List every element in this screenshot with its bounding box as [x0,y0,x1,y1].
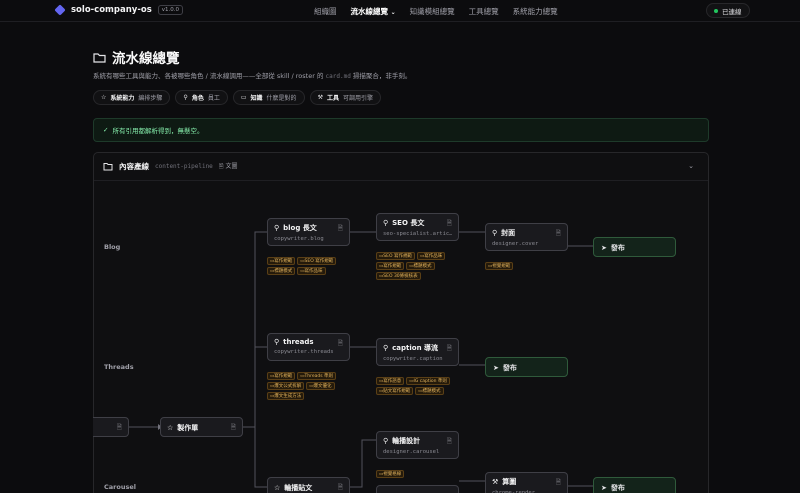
node-publish-threads[interactable]: ➤ 發布 [485,357,568,377]
lane-label-carousel: Carousel [104,483,136,491]
document-icon: 🗎 [337,224,343,232]
node-seo[interactable]: ⚲ SEO 長文 seo-specialist.artic… 🗎 [376,213,459,241]
knowledge-tag[interactable]: ▭ 爆文優化 [306,382,335,390]
node-threads[interactable]: ⚲ threads copywriter.threads 🗎 [267,333,350,361]
knowledge-tag[interactable]: ▭ 寫作品味 [416,252,446,260]
knowledge-tag[interactable]: ▭ 寫作品味 [297,267,326,275]
tags-seo: ▭ SEO 寫作規範 ▭ 寫作品味 ▭ 寫作規範 ▭ 標題模式 ▭ SEO 30… [376,252,460,280]
knowledge-tag[interactable]: ▭ SEO 寫作規範 [376,252,415,260]
lane-label-threads: Threads [104,363,134,371]
tags-threads: ▭ 寫作規範 ▭ Threads 準則 ▭ 爆文公式拆解 ▭ 爆文優化 ▭ 爆文… [267,372,351,400]
knowledge-tag[interactable]: ▭ 寫作規範 [376,262,405,270]
person-icon: ⚲ [383,437,389,445]
knowledge-tag[interactable]: ▭ Threads 準則 [297,372,337,380]
knowledge-tag[interactable]: ▭ 寫作規範 [267,257,296,265]
knowledge-tag[interactable]: ▭ 寫作規範 [267,372,296,380]
node-carousel-next[interactable] [376,485,459,493]
knowledge-tag[interactable]: ▭ IG caption 準則 [406,377,450,385]
send-icon: ➤ [601,484,607,492]
knowledge-tag[interactable]: ▭ SEO 30條檢核表 [376,272,421,280]
node-publish-carousel[interactable]: ➤ 發布 [593,477,676,493]
knowledge-tag[interactable]: ▭ SEO 寫作規範 [297,257,337,265]
person-icon: ⚲ [492,229,498,237]
wrench-icon: ⚒ [492,478,499,486]
knowledge-tag[interactable]: ▭ 視覺格線 [376,470,405,478]
node-cover[interactable]: ⚲ 封面 designer.cover 🗎 [485,223,568,251]
node-carousel-post[interactable]: ☆ 輪播貼文 🗎 [267,477,350,493]
knowledge-tag[interactable]: ▭ 寫作語意 [376,377,405,385]
document-icon: 🗎 [555,229,561,237]
send-icon: ➤ [601,244,607,252]
star-icon: ☆ [274,484,281,492]
document-icon: 🗎 [116,423,122,431]
send-icon: ➤ [493,364,499,372]
lane-label-blog: Blog [104,243,121,251]
node-render[interactable]: ⚒ 算圖 chrome-render 🗎 [485,472,568,493]
knowledge-tag[interactable]: ▭ 標題模式 [415,387,444,395]
node-order[interactable]: ☆ 製作單 🗎 [160,417,243,437]
knowledge-tag[interactable]: ▭ 爆文生成方法 [267,392,305,400]
knowledge-tag[interactable]: ▭ 爆文公式拆解 [267,382,305,390]
document-icon: 🗎 [446,437,452,445]
knowledge-tag[interactable]: ▭ 標題模式 [406,262,435,270]
node-caption[interactable]: ⚲ caption 導流 copywriter.caption 🗎 [376,338,459,366]
node-blog[interactable]: ⚲ blog 長文 copywriter.blog 🗎 [267,218,350,246]
tags-carousel-design: ▭ 視覺格線 [376,470,460,478]
document-icon: 🗎 [230,423,236,431]
person-icon: ⚲ [274,338,280,346]
person-icon: ⚲ [383,219,389,227]
tags-blog: ▭ 寫作規範 ▭ SEO 寫作規範 ▭ 標題模式 ▭ 寫作品味 [267,257,351,275]
document-icon: 🗎 [555,478,561,486]
node-carousel-design[interactable]: ⚲ 輪播設計 designer.carousel 🗎 [376,431,459,459]
node-publish-blog[interactable]: ➤ 發布 [593,237,676,257]
knowledge-tag[interactable]: ▭ 標題模式 [267,267,296,275]
tags-caption: ▭ 寫作語意 ▭ IG caption 準則 ▭ 貼文寫作規範 ▭ 標題模式 [376,377,460,395]
tags-cover: ▭ 視覺規範 [485,262,569,270]
document-icon: 🗎 [337,483,343,491]
knowledge-tag[interactable]: ▭ 視覺規範 [485,262,514,270]
star-icon: ☆ [167,424,174,432]
person-icon: ⚲ [274,224,280,232]
knowledge-tag[interactable]: ▭ 貼文寫作規範 [376,387,414,395]
document-icon: 🗎 [446,219,452,227]
document-icon: 🗎 [446,344,452,352]
person-icon: ⚲ [383,344,389,352]
document-icon: 🗎 [337,339,343,347]
source-node[interactable]: 🗎 [93,417,129,437]
